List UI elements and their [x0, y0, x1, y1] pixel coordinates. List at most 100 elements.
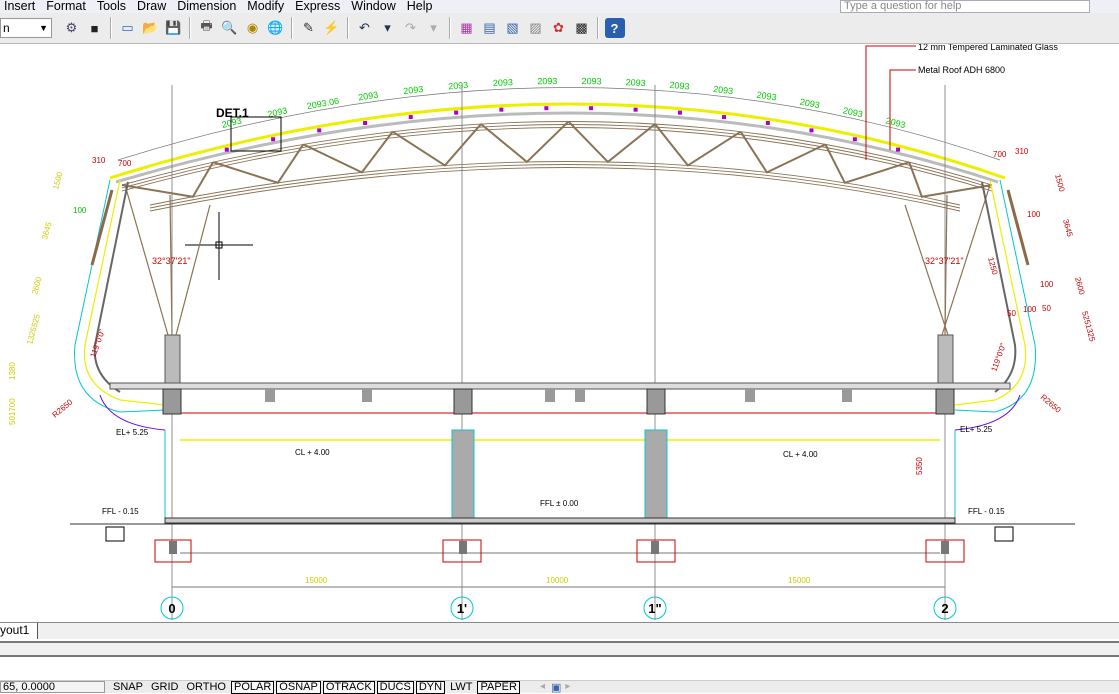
- dim-right-50: 50: [1007, 309, 1016, 318]
- status-polar-toggle[interactable]: POLAR: [231, 681, 275, 694]
- menu-tools[interactable]: Tools: [93, 0, 133, 13]
- status-lwt-toggle[interactable]: LWT: [447, 681, 475, 694]
- height-5350: 5350: [915, 457, 924, 475]
- dim-left-1380: 1380: [8, 362, 17, 380]
- dim-right-2600: 2600: [1073, 276, 1086, 296]
- arch-segment-dim: 2093: [625, 77, 646, 88]
- menu-draw[interactable]: Draw: [133, 0, 173, 13]
- redo-icon[interactable]: ↷: [401, 18, 421, 38]
- menu-help[interactable]: Help: [403, 0, 440, 13]
- dim-right-100c: 100: [1023, 305, 1037, 314]
- markup-icon[interactable]: ✿: [549, 18, 569, 38]
- purlin-marker: [852, 137, 857, 142]
- help-icon[interactable]: ?: [604, 18, 625, 38]
- tool-palettes-icon[interactable]: ▧: [503, 18, 523, 38]
- drawing-canvas[interactable]: 2093 2093 2093.06 2093 2093 2093 2093 2093 2093 2…: [0, 42, 1119, 622]
- undo-icon[interactable]: ↶: [355, 18, 375, 38]
- redo-dropdown-icon[interactable]: ▾: [424, 18, 444, 38]
- level-cl-left: CL + 4.00: [295, 448, 330, 457]
- publish-icon[interactable]: ◉: [243, 18, 263, 38]
- span-3: 15000: [788, 576, 811, 585]
- truss-angle-right: 32°37'21": [925, 256, 964, 266]
- purlin-marker: [363, 120, 368, 125]
- purlin-marker: [317, 128, 322, 133]
- menu-window[interactable]: Window: [347, 0, 402, 13]
- status-otrack-toggle[interactable]: OTRACK: [322, 681, 375, 694]
- save-icon[interactable]: 💾: [164, 18, 184, 38]
- dim-right-100b: 100: [1040, 280, 1054, 289]
- model-layout-icon[interactable]: ▣: [551, 681, 561, 694]
- status-bar: 65, 0.0000 SNAP GRID ORTHO POLAR OSNAP OTRACK…: [0, 680, 1119, 694]
- status-paper-toggle[interactable]: PAPER: [477, 681, 520, 694]
- arch-segment-dim: 2093: [358, 90, 379, 103]
- level-cl-right: CL + 4.00: [783, 450, 818, 459]
- lightning-icon[interactable]: ⚡: [322, 18, 342, 38]
- tab-layout1[interactable]: yout1: [0, 623, 39, 639]
- dim-right-angle: 119°0'0": [989, 342, 1008, 373]
- dim-left-1325525: 1325525: [25, 313, 42, 346]
- arch-segment-dim: 2093: [448, 80, 469, 92]
- web-icon[interactable]: 🌐: [266, 18, 286, 38]
- purlin-marker: [271, 137, 276, 142]
- help-search-input[interactable]: Type a question for help: [840, 0, 1090, 13]
- truss-angle-left: 32°37'21": [152, 256, 191, 266]
- status-snap-toggle[interactable]: SNAP: [110, 681, 146, 694]
- undo-dropdown-icon[interactable]: ▾: [378, 18, 398, 38]
- design-center-icon[interactable]: ▤: [480, 18, 500, 38]
- dim-right-5251325: 5251325: [1080, 310, 1097, 343]
- arch-truss: [109, 102, 1006, 212]
- command-line[interactable]: [0, 641, 1119, 681]
- gear-icon[interactable]: ⚙: [62, 18, 82, 38]
- truss-bottom-chord: [149, 161, 961, 206]
- status-ducs-toggle[interactable]: DUCS: [376, 681, 414, 694]
- sheet-set-icon[interactable]: ▨: [526, 18, 546, 38]
- open-icon[interactable]: 📂: [141, 18, 161, 38]
- calculator-icon[interactable]: ▩: [572, 18, 592, 38]
- level-el-right: EL+ 5.25: [960, 425, 993, 434]
- dim-left-1500: 1500: [51, 170, 64, 190]
- roof-annotation: Metal Roof ADH 6800: [918, 65, 1005, 75]
- status-grid-toggle[interactable]: GRID: [148, 681, 182, 694]
- brush-icon[interactable]: ✎: [299, 18, 319, 38]
- toolbar-separator: [347, 17, 349, 39]
- scroll-left-icon[interactable]: ◂: [540, 681, 545, 692]
- workspace-select[interactable]: n ▼: [0, 18, 52, 38]
- purlin-marker: [499, 107, 504, 112]
- status-ortho-toggle[interactable]: ORTHO: [183, 681, 229, 694]
- scroll-right-icon[interactable]: ▸: [565, 681, 570, 692]
- arch-segment-dim: 2093: [493, 77, 513, 88]
- plot-icon[interactable]: 🖶: [197, 18, 217, 38]
- crosshair-cursor: [185, 212, 253, 280]
- menu-dimension[interactable]: Dimension: [173, 0, 243, 13]
- workspace-icon[interactable]: ■: [85, 18, 105, 38]
- span-1: 15000: [305, 576, 328, 585]
- span-2: 10000: [546, 576, 569, 585]
- menu-insert[interactable]: Insert: [0, 0, 42, 13]
- purlin-marker: [809, 128, 814, 133]
- level-el-left: EL+ 5.25: [116, 428, 149, 437]
- grid-label-1a: 1': [457, 601, 467, 616]
- purlin-marker: [765, 120, 770, 125]
- chevron-down-icon[interactable]: ▼: [39, 19, 48, 37]
- dim-left-3645: 3645: [40, 220, 53, 240]
- menu-format[interactable]: Format: [42, 0, 93, 13]
- dim-left-700: 700: [118, 159, 132, 168]
- layout-tabs: yout1: [0, 622, 1119, 639]
- menu-modify[interactable]: Modify: [243, 0, 291, 13]
- dim-right-1500: 1500: [1053, 173, 1066, 193]
- menu-express[interactable]: Express: [291, 0, 347, 13]
- dim-left-100: 100: [73, 206, 87, 215]
- dim-right-50b: 50: [1042, 304, 1051, 313]
- level-ffl-right: FFL - 0.15: [968, 507, 1005, 516]
- properties-icon[interactable]: ▦: [457, 18, 477, 38]
- grid-label-2: 2: [941, 601, 948, 616]
- arch-segment-dim: 2093: [842, 105, 864, 119]
- command-history: [0, 643, 1119, 657]
- new-icon[interactable]: ▭: [118, 18, 138, 38]
- status-osnap-toggle[interactable]: OSNAP: [276, 681, 321, 694]
- toolbar-separator: [110, 17, 112, 39]
- purlin-marker: [677, 110, 682, 115]
- status-dyn-toggle[interactable]: DYN: [415, 681, 446, 694]
- plot-preview-icon[interactable]: 🔍: [220, 18, 240, 38]
- level-ffl-left: FFL - 0.15: [102, 507, 139, 516]
